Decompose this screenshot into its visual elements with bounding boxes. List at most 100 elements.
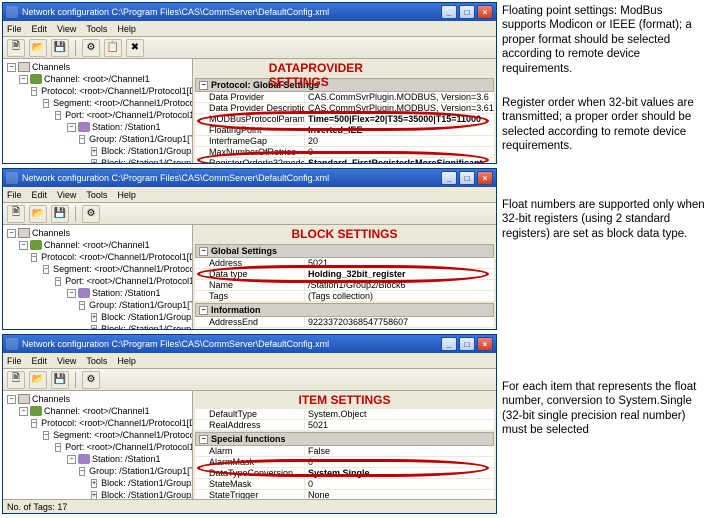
- menu-help[interactable]: Help: [117, 24, 136, 34]
- property-row[interactable]: AlarmMask0: [195, 457, 494, 468]
- close-button[interactable]: ×: [477, 337, 493, 351]
- open-button[interactable]: 📂: [29, 39, 47, 57]
- property-value[interactable]: Time=500|Flex=20|T35=35000|T15=11000: [305, 114, 494, 124]
- menu-view[interactable]: View: [57, 24, 76, 34]
- property-row[interactable]: StateTriggerNone: [195, 490, 494, 499]
- property-name: MODBusProtocolParameters: [195, 114, 305, 124]
- property-row[interactable]: Tags(Tags collection): [195, 291, 494, 302]
- property-row[interactable]: DataTypeConversionSystem.Single: [195, 468, 494, 479]
- property-name: AddressEnd: [195, 317, 305, 327]
- tool-button[interactable]: ⚙: [82, 39, 100, 57]
- property-grid: DATAPROVIDER SETTINGS −Protocol: Global …: [193, 59, 496, 163]
- maximize-button[interactable]: □: [459, 337, 475, 351]
- property-row[interactable]: DefaultTypeSystem.Object: [195, 409, 494, 420]
- maximize-button[interactable]: □: [459, 171, 475, 185]
- property-row[interactable]: Name/Station1/Group2/Block6: [195, 280, 494, 291]
- property-value[interactable]: False: [305, 446, 494, 456]
- property-row[interactable]: RealAddress5021: [195, 420, 494, 431]
- window-titlebar[interactable]: Network configuration C:\Program Files\C…: [3, 335, 496, 353]
- close-button[interactable]: ×: [477, 171, 493, 185]
- property-value[interactable]: Standard_FirstRegisterIsMoreSignificant: [305, 158, 494, 163]
- minimize-button[interactable]: _: [441, 171, 457, 185]
- property-name: FloatingPoint: [195, 125, 305, 135]
- open-button[interactable]: 📂: [29, 371, 47, 389]
- menu-tools[interactable]: Tools: [86, 356, 107, 366]
- property-grid: ITEM SETTINGS DefaultTypeSystem.ObjectRe…: [193, 391, 496, 499]
- new-button[interactable]: 🗎: [7, 39, 25, 57]
- nav-tree[interactable]: −Channels −Channel: <root>/Channel1 −Pro…: [3, 59, 193, 163]
- property-row[interactable]: Data ProviderCAS.CommSvrPlugin.MODBUS, V…: [195, 92, 494, 103]
- property-value[interactable]: 0: [305, 147, 494, 157]
- property-row[interactable]: RegisterOrderIn32modeStandard_FirstRegis…: [195, 158, 494, 163]
- property-value[interactable]: Inverted_IEE: [305, 125, 494, 135]
- property-value[interactable]: 92233720368547758607: [305, 317, 494, 327]
- property-value[interactable]: 0: [305, 328, 494, 329]
- property-row[interactable]: Data typeHolding_32bit_register: [195, 269, 494, 280]
- menu-tools[interactable]: Tools: [86, 190, 107, 200]
- menu-file[interactable]: File: [7, 356, 22, 366]
- nav-tree[interactable]: −Channels −Channel: <root>/Channel1 −Pro…: [3, 391, 193, 499]
- open-button[interactable]: 📂: [29, 205, 47, 223]
- menu-edit[interactable]: Edit: [32, 24, 48, 34]
- window-titlebar[interactable]: Network configuration C:\Program Files\C…: [3, 169, 496, 187]
- property-name: DataTypeConversion: [195, 468, 305, 478]
- maximize-button[interactable]: □: [459, 5, 475, 19]
- menu-help[interactable]: Help: [117, 190, 136, 200]
- property-row[interactable]: AddressStart0: [195, 328, 494, 329]
- property-row[interactable]: InterframeGap20: [195, 136, 494, 147]
- property-row[interactable]: Address5021: [195, 258, 494, 269]
- window-title: Network configuration C:\Program Files\C…: [22, 7, 441, 17]
- nav-tree[interactable]: −Channels −Channel: <root>/Channel1 −Pro…: [3, 225, 193, 329]
- property-row[interactable]: AlarmFalse: [195, 446, 494, 457]
- property-row[interactable]: MaxNumberOfRetries0: [195, 147, 494, 158]
- property-group-header[interactable]: −Protocol: Global Settings: [195, 78, 494, 92]
- property-value[interactable]: System.Object: [305, 409, 494, 419]
- app-icon: [6, 172, 18, 184]
- tool-button[interactable]: 📋: [104, 39, 122, 57]
- property-group-header[interactable]: −Global Settings: [195, 244, 494, 258]
- save-button[interactable]: 💾: [51, 371, 69, 389]
- property-value[interactable]: System.Single: [305, 468, 494, 478]
- property-value[interactable]: 5021: [305, 420, 494, 430]
- property-value[interactable]: CAS.CommSvrPlugin.MODBUS, Version=3.6: [305, 92, 494, 102]
- tool-button[interactable]: ⚙: [82, 371, 100, 389]
- property-value[interactable]: None: [305, 490, 494, 499]
- property-value[interactable]: 0: [305, 479, 494, 489]
- menu-help[interactable]: Help: [117, 356, 136, 366]
- menu-file[interactable]: File: [7, 190, 22, 200]
- tool-button[interactable]: ✖: [126, 39, 144, 57]
- property-name: AddressStart: [195, 328, 305, 329]
- property-value[interactable]: 5021: [305, 258, 494, 268]
- property-name: AlarmMask: [195, 457, 305, 467]
- menu-edit[interactable]: Edit: [32, 190, 48, 200]
- property-row[interactable]: StateMask0: [195, 479, 494, 490]
- menu-view[interactable]: View: [57, 190, 76, 200]
- property-value[interactable]: /Station1/Group2/Block6: [305, 280, 494, 290]
- new-button[interactable]: 🗎: [7, 371, 25, 389]
- menu-tools[interactable]: Tools: [86, 24, 107, 34]
- menu-file[interactable]: File: [7, 24, 22, 34]
- close-button[interactable]: ×: [477, 5, 493, 19]
- property-value[interactable]: (Tags collection): [305, 291, 494, 301]
- property-name: Name: [195, 280, 305, 290]
- property-value[interactable]: 20: [305, 136, 494, 146]
- property-value[interactable]: CAS.CommSvrPlugin.MODBUS, Version=3.61.0…: [305, 103, 494, 113]
- window-titlebar[interactable]: Network configuration C:\Program Files\C…: [3, 3, 496, 21]
- property-row[interactable]: MODBusProtocolParametersTime=500|Flex=20…: [195, 114, 494, 125]
- save-button[interactable]: 💾: [51, 39, 69, 57]
- property-value[interactable]: 0: [305, 457, 494, 467]
- menu-view[interactable]: View: [57, 356, 76, 366]
- property-group-header[interactable]: −Information: [195, 303, 494, 317]
- minimize-button[interactable]: _: [441, 337, 457, 351]
- property-row[interactable]: FloatingPointInverted_IEE: [195, 125, 494, 136]
- menu-edit[interactable]: Edit: [32, 356, 48, 366]
- property-value[interactable]: Holding_32bit_register: [305, 269, 494, 279]
- save-button[interactable]: 💾: [51, 205, 69, 223]
- property-group-header[interactable]: −Special functions: [195, 432, 494, 446]
- new-button[interactable]: 🗎: [7, 205, 25, 223]
- property-row[interactable]: Data Provider DescriptionCAS.CommSvrPlug…: [195, 103, 494, 114]
- tool-button[interactable]: ⚙: [82, 205, 100, 223]
- annotation-text: Register order when 32-bit values are tr…: [502, 96, 708, 154]
- minimize-button[interactable]: _: [441, 5, 457, 19]
- property-row[interactable]: AddressEnd92233720368547758607: [195, 317, 494, 328]
